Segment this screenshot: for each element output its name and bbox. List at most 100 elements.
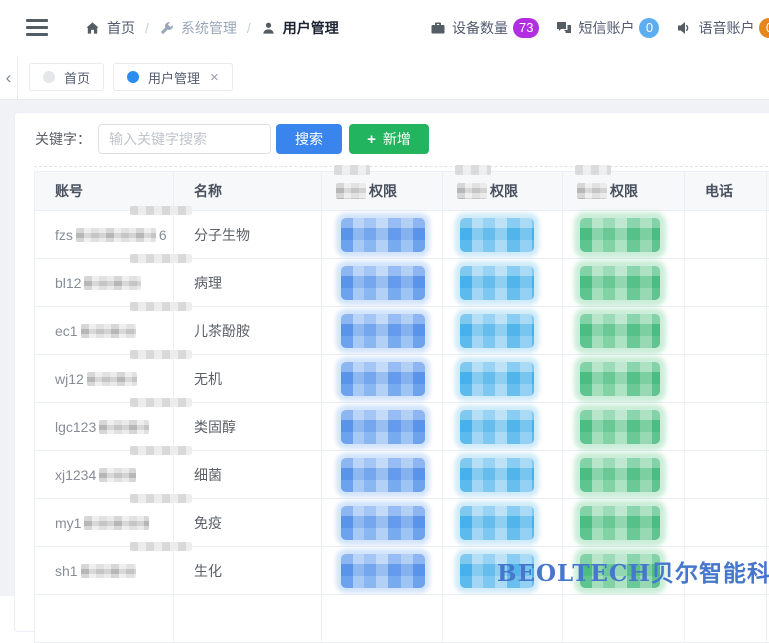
permission-tag-redacted-cyan[interactable]: [460, 458, 534, 492]
redaction-artifact: [130, 350, 192, 359]
permission-cell: [563, 451, 685, 499]
phone-cell: [685, 211, 767, 259]
permission-tag-redacted-blue[interactable]: [341, 554, 425, 588]
tab-user-management[interactable]: 用户管理 ×: [113, 63, 233, 91]
breadcrumb-system-management[interactable]: 系统管理: [159, 18, 237, 38]
breadcrumb-home[interactable]: 首页: [85, 18, 135, 38]
empty-cell: [685, 595, 767, 643]
permission-tag-redacted-blue[interactable]: [341, 410, 425, 444]
stat-device-count[interactable]: 设备数量 73: [430, 18, 539, 38]
empty-cell: [443, 595, 563, 643]
tabs-scroll-left-button[interactable]: ‹: [0, 56, 18, 99]
breadcrumb-current-label: 用户管理: [283, 18, 339, 38]
search-toolbar: 关键字： 搜索 + 新增: [35, 124, 769, 154]
empty-cell: [322, 595, 443, 643]
account-cell: fzs6: [35, 211, 174, 259]
column-header-label: 账号: [55, 181, 83, 201]
table-row: sh1生化: [35, 547, 769, 595]
permission-tag-redacted-blue[interactable]: [341, 314, 425, 348]
permission-tag-redacted-blue[interactable]: [341, 506, 425, 540]
permission-tag-redacted-cyan[interactable]: [460, 554, 534, 588]
user-icon: [261, 21, 276, 36]
permission-tag-redacted-cyan[interactable]: [460, 266, 534, 300]
account-cell: sh1: [35, 547, 174, 595]
permission-tag-redacted-green[interactable]: [580, 458, 660, 492]
column-header-label: 电话: [705, 181, 733, 201]
keyword-search-input[interactable]: [98, 124, 271, 154]
column-header-label: 名称: [194, 181, 222, 201]
permission-tag-redacted-blue[interactable]: [341, 266, 425, 300]
add-user-button[interactable]: + 新增: [349, 124, 429, 154]
table-row: xj1234细菌: [35, 451, 769, 499]
account-suffix: 6: [159, 227, 167, 243]
phone-cell: [685, 451, 767, 499]
redacted-account-text: [84, 276, 141, 290]
phone-cell: [685, 355, 767, 403]
permission-tag-redacted-green[interactable]: [580, 554, 660, 588]
stat-sms-account[interactable]: 短信账户 0: [556, 18, 659, 38]
column-header: 电话: [685, 172, 767, 211]
tab-home-label: 首页: [64, 68, 90, 87]
permission-tag-redacted-cyan[interactable]: [460, 362, 534, 396]
name-cell: 无机: [174, 355, 322, 403]
permission-cell: [443, 499, 563, 547]
users-table: 账号名称权限权限权限电话 fzs6分子生物bl12病理ec1儿茶酚胺wj12无机…: [34, 171, 769, 643]
permission-cell: [563, 307, 685, 355]
permission-tag-redacted-green[interactable]: [580, 266, 660, 300]
redaction-artifact: [130, 398, 192, 407]
permission-cell: [563, 547, 685, 595]
permission-tag-redacted-blue[interactable]: [341, 362, 425, 396]
add-user-label: 新增: [383, 129, 411, 149]
permission-tag-redacted-green[interactable]: [580, 410, 660, 444]
tabs: 首页 用户管理 ×: [29, 63, 233, 91]
permission-cell: [322, 259, 443, 307]
account-prefix: bl12: [55, 275, 81, 291]
tab-dot-icon: [43, 71, 55, 83]
account-prefix: my1: [55, 515, 81, 531]
permission-cell: [443, 355, 563, 403]
permission-tag-redacted-cyan[interactable]: [460, 218, 534, 252]
name-cell: 分子生物: [174, 211, 322, 259]
permission-cell: [322, 355, 443, 403]
permission-tag-redacted-green[interactable]: [580, 218, 660, 252]
speaker-icon: [676, 20, 692, 36]
stat-voice-badge: 0: [759, 18, 769, 38]
table-body: fzs6分子生物 bl12 病理ec1儿茶酚胺wj12无机lgc123类固醇xj12…: [35, 211, 769, 643]
name-cell: 病理: [174, 259, 322, 307]
account-prefix: ec1: [55, 323, 78, 339]
table-row: ec1儿茶酚胺: [35, 307, 769, 355]
plus-icon: +: [367, 132, 376, 147]
permission-cell: [443, 547, 563, 595]
table-row: bl12 病理: [35, 259, 769, 307]
table-row: my1免疫: [35, 499, 769, 547]
redaction-artifact: [334, 165, 370, 175]
permission-cell: [563, 403, 685, 451]
permission-tag-redacted-blue[interactable]: [341, 218, 425, 252]
redacted-account-text: [99, 468, 136, 482]
permission-tag-redacted-green[interactable]: [580, 506, 660, 540]
permission-tag-redacted-blue[interactable]: [341, 458, 425, 492]
tab-close-icon[interactable]: ×: [210, 70, 219, 85]
permission-tag-redacted-cyan[interactable]: [460, 410, 534, 444]
stat-voice-account[interactable]: 语音账户 0: [676, 18, 769, 38]
table-row: wj12无机: [35, 355, 769, 403]
empty-cell: [174, 595, 322, 643]
redaction-artifact: [130, 302, 192, 311]
permission-cell: [563, 355, 685, 403]
permission-cell: [443, 403, 563, 451]
tab-active-dot-icon: [127, 71, 139, 83]
permission-tag-redacted-green[interactable]: [580, 314, 660, 348]
permission-cell: [322, 499, 443, 547]
navbar-stats: 设备数量 73 短信账户 0 语音账户 0: [430, 0, 769, 56]
breadcrumb-user-management[interactable]: 用户管理: [261, 18, 339, 38]
tab-home[interactable]: 首页: [29, 63, 104, 91]
top-navbar: 首页 / 系统管理 / 用户管理 设备数量 73: [0, 0, 769, 56]
search-button[interactable]: 搜索: [276, 124, 342, 154]
permission-tag-redacted-green[interactable]: [580, 362, 660, 396]
empty-cell: [35, 595, 174, 643]
table-row: lgc123类固醇: [35, 403, 769, 451]
hamburger-menu-icon[interactable]: [26, 19, 48, 37]
permission-cell: [443, 211, 563, 259]
permission-tag-redacted-cyan[interactable]: [460, 506, 534, 540]
permission-tag-redacted-cyan[interactable]: [460, 314, 534, 348]
